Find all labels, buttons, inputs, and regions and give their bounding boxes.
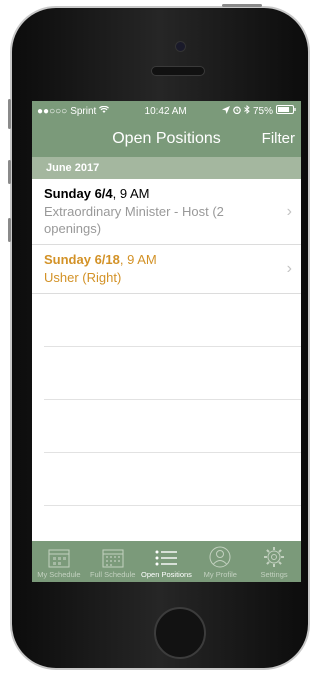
volume-up-button: [8, 160, 11, 184]
page-title: Open Positions: [112, 130, 221, 147]
position-date: Sunday 6/4: [44, 186, 113, 201]
home-button[interactable]: [154, 607, 206, 659]
position-time: , 9 AM: [112, 186, 150, 201]
bluetooth-icon: [244, 105, 250, 117]
tab-full-schedule[interactable]: Full Schedule: [86, 541, 140, 582]
navigation-bar: Open Positions Filter: [32, 121, 301, 157]
power-button: [222, 4, 262, 7]
person-icon: [209, 546, 231, 568]
tab-my-profile[interactable]: My Profile: [193, 541, 247, 582]
status-bar: ●●○○○ Sprint 10:42 AM 75%: [32, 101, 301, 121]
tab-label: My Profile: [203, 570, 237, 579]
calendar-grid-icon: [102, 549, 124, 568]
location-arrow-icon: [221, 105, 230, 117]
empty-list-row: [44, 453, 301, 506]
mute-switch: [8, 99, 11, 129]
chevron-right-icon: ›: [286, 202, 292, 220]
wifi-icon: [99, 105, 110, 117]
status-time: 10:42 AM: [144, 105, 187, 117]
battery-icon: [275, 105, 296, 117]
battery-percent: 75%: [252, 105, 273, 117]
position-date: Sunday 6/18: [44, 252, 120, 267]
position-datetime: Sunday 6/4, 9 AM: [44, 186, 271, 201]
volume-down-button: [8, 218, 11, 242]
calendar-icon: [48, 549, 70, 568]
chevron-right-icon: ›: [286, 260, 292, 277]
empty-list-row: [44, 347, 301, 400]
empty-list-row: [44, 294, 301, 347]
month-section-header: June 2017: [32, 157, 301, 179]
filter-button[interactable]: Filter: [262, 130, 295, 147]
gear-icon: [264, 547, 285, 567]
earpiece-speaker: [151, 66, 205, 76]
front-camera: [175, 41, 186, 52]
position-datetime: Sunday 6/18, 9 AM: [44, 252, 271, 267]
tab-open-positions[interactable]: Open Positions: [140, 541, 194, 582]
tab-settings[interactable]: Settings: [247, 541, 301, 582]
app-screen: ●●○○○ Sprint 10:42 AM 75% Open Positions: [32, 101, 301, 582]
position-row[interactable]: Sunday 6/18, 9 AM Usher (Right) ›: [32, 245, 301, 294]
tab-label: My Schedule: [37, 570, 81, 579]
tab-label: Settings: [260, 570, 288, 579]
empty-list-row: [44, 400, 301, 453]
alarm-icon: [233, 106, 241, 117]
tab-label: Open Positions: [141, 570, 192, 579]
position-row[interactable]: Sunday 6/4, 9 AM Extraordinary Minister …: [32, 179, 301, 245]
tab-my-schedule[interactable]: My Schedule: [32, 541, 86, 582]
signal-dots: ●●○○○: [37, 105, 68, 117]
tab-label: Full Schedule: [89, 570, 136, 579]
list-icon: [155, 550, 178, 566]
position-role: Usher (Right): [44, 270, 122, 285]
tab-bar: My Schedule Full Schedule Open Positions…: [32, 541, 301, 582]
carrier-label: Sprint: [70, 105, 97, 117]
position-time: , 9 AM: [119, 252, 157, 267]
position-role: Extraordinary Minister - Host (2 opening…: [44, 204, 224, 236]
